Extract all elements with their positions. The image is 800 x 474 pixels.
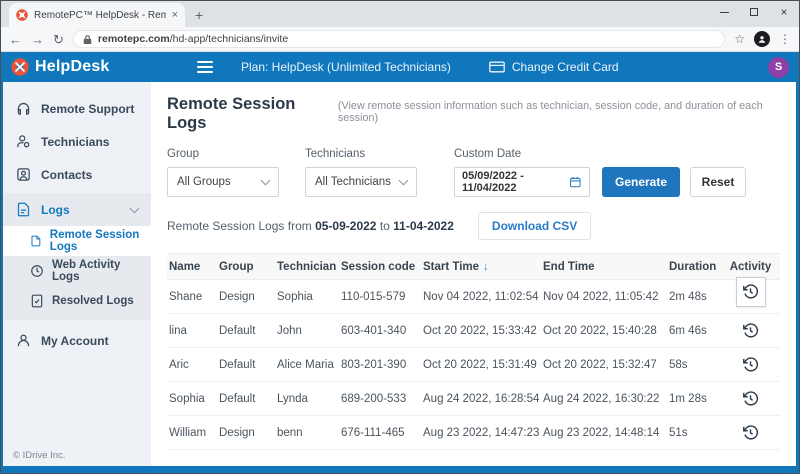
col-name: Name [169, 260, 201, 273]
sidebar-item-my-account[interactable]: My Account [3, 324, 151, 357]
technicians-select[interactable]: All Technicians [305, 167, 417, 197]
table-row: Shane Design Sophia 110-015-579 Nov 04 2… [167, 276, 780, 314]
url-text: remotepc.com/hd-app/technicians/invite [97, 33, 289, 45]
brand: HelpDesk [11, 58, 153, 76]
download-csv-button[interactable]: Download CSV [477, 212, 592, 240]
technician-icon [17, 135, 30, 148]
activity-icon-box[interactable] [735, 276, 766, 307]
copyright: © IDrive Inc. [13, 450, 66, 461]
helpdesk-app: HelpDesk Plan: HelpDesk (Unlimited Techn… [1, 52, 799, 473]
sort-desc-icon[interactable]: ↓ [483, 261, 489, 273]
col-start-time[interactable]: Start Time ↓ [423, 261, 543, 273]
activity-history-icon[interactable] [742, 322, 759, 339]
col-end-time: End Time [543, 260, 595, 273]
table-row: Aric Default Alice Maria 803-201-390 Oct… [167, 348, 780, 382]
change-credit-card-button[interactable]: Change Credit Card [489, 60, 619, 74]
forward-icon[interactable]: → [31, 33, 44, 46]
maximize-icon [750, 8, 758, 16]
resolved-log-check-icon [31, 294, 43, 308]
helpdesk-favicon-icon [16, 9, 28, 21]
credit-card-icon [489, 61, 505, 73]
minimize-icon [719, 11, 729, 13]
tab-close-icon[interactable]: × [172, 9, 178, 21]
date-range-input[interactable]: 05/09/2022 - 11/04/2022 [454, 167, 590, 197]
activity-history-icon[interactable] [742, 356, 759, 373]
col-session-code: Session code [341, 260, 416, 273]
maximize-button[interactable] [739, 1, 769, 23]
activity-history-icon[interactable] [742, 424, 759, 441]
group-select[interactable]: All Groups [167, 167, 279, 197]
app-body: Remote Support Technicians Contacts Logs [3, 82, 796, 466]
group-filter-label: Group [167, 148, 199, 160]
helpdesk-logo-icon [11, 58, 29, 76]
sidebar-item-resolved-logs[interactable]: Resolved Logs [3, 286, 151, 316]
col-technician: Technician [277, 260, 337, 273]
bookmark-star-icon[interactable]: ☆ [734, 32, 745, 46]
browser-tab[interactable]: RemotePC™ HelpDesk - Remote × [9, 3, 185, 27]
user-avatar[interactable]: S [768, 56, 789, 78]
custom-date-label: Custom Date [454, 148, 522, 160]
sidebar-logs-group: Logs Remote Session Logs Web Activity Lo… [3, 193, 151, 320]
from-date: 05-09-2022 [315, 219, 377, 233]
headset-icon [17, 102, 30, 115]
table-header: Name Group Technician Session code Start… [167, 253, 780, 280]
calendar-icon[interactable] [569, 175, 582, 189]
sidebar-item-technicians[interactable]: Technicians [3, 125, 151, 158]
window-controls: × [709, 1, 799, 23]
technicians-filter-label: Technicians [305, 148, 366, 160]
brand-name: HelpDesk [35, 58, 110, 75]
to-date: 11-04-2022 [393, 219, 454, 233]
table-row: William Design benn 676-111-465 Aug 23 2… [167, 416, 780, 450]
page-title: Remote Session Logs [167, 95, 296, 132]
tab-title: RemotePC™ HelpDesk - Remote [34, 9, 166, 21]
col-activity: Activity [729, 260, 772, 273]
generate-button[interactable]: Generate [602, 167, 680, 197]
sidebar-item-remote-support[interactable]: Remote Support [3, 92, 151, 125]
chevron-down-icon [260, 175, 271, 186]
main-content: Remote Session Logs (View remote session… [151, 82, 796, 466]
filters: Group All Groups Technicians All Technic… [167, 148, 780, 197]
user-icon [17, 334, 30, 347]
tab-strip: RemotePC™ HelpDesk - Remote × + × [1, 1, 799, 27]
table-row: lina Default John 603-401-340 Oct 20 202… [167, 314, 780, 348]
summary-text: Remote Session Logs from 05-09-2022 to 1… [167, 219, 454, 233]
logs-document-icon [17, 202, 30, 217]
sidebar-item-contacts[interactable]: Contacts [3, 158, 151, 191]
session-logs-table: Name Group Technician Session code Start… [167, 253, 780, 450]
url-bar[interactable]: remotepc.com/hd-app/technicians/invite [72, 30, 726, 48]
title-row: Remote Session Logs (View remote session… [167, 95, 780, 133]
menu-icon[interactable] [197, 58, 213, 76]
browser-toolbar: ← → ↻ remotepc.com/hd-app/technicians/in… [1, 27, 799, 52]
browser-profile-avatar[interactable] [754, 31, 770, 47]
lock-icon [83, 34, 92, 44]
chevron-down-icon [398, 175, 409, 186]
page-subtitle: (View remote session information such as… [337, 100, 763, 124]
activity-history-icon[interactable] [742, 390, 759, 407]
browser-window: RemotePC™ HelpDesk - Remote × + × ← → ↻ … [0, 0, 800, 474]
minimize-button[interactable] [709, 1, 739, 23]
close-button[interactable]: × [769, 1, 799, 23]
table-row: Sophia Default Lynda 689-200-533 Aug 24 … [167, 382, 780, 416]
app-header: HelpDesk Plan: HelpDesk (Unlimited Techn… [1, 52, 799, 82]
chevron-down-icon [129, 203, 140, 213]
activity-history-icon[interactable] [742, 283, 759, 300]
plan-label: Plan: HelpDesk (Unlimited Technicians) [241, 60, 451, 74]
sidebar-item-remote-session-logs[interactable]: Remote Session Logs [3, 226, 151, 256]
sidebar: Remote Support Technicians Contacts Logs [3, 82, 151, 466]
sidebar-item-web-activity-logs[interactable]: Web Activity Logs [3, 256, 151, 286]
sidebar-item-logs[interactable]: Logs [3, 193, 151, 226]
browser-menu-icon[interactable]: ⋮ [779, 32, 791, 46]
contact-card-icon [17, 168, 30, 181]
refresh-icon[interactable]: ↻ [53, 33, 64, 46]
session-log-file-icon [31, 235, 41, 247]
summary-row: Remote Session Logs from 05-09-2022 to 1… [167, 212, 780, 240]
col-group: Group [219, 260, 254, 273]
reset-button[interactable]: Reset [690, 167, 746, 197]
new-tab-button[interactable]: + [195, 7, 203, 23]
col-duration: Duration [669, 260, 717, 273]
clock-icon [31, 265, 43, 277]
back-icon[interactable]: ← [9, 33, 22, 46]
